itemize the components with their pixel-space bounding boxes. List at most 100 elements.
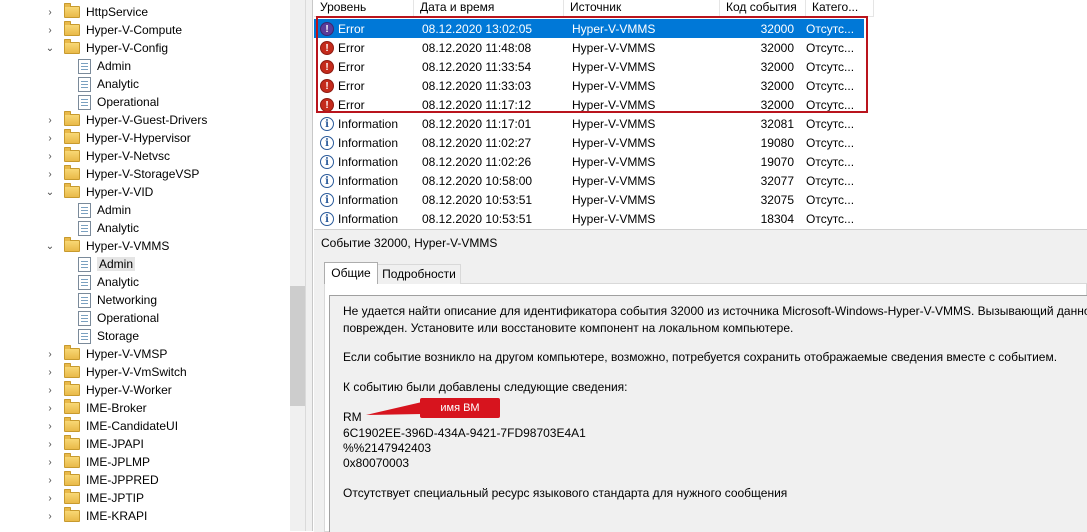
event-level: i Information [314, 135, 414, 150]
tree-item[interactable]: Admin [78, 255, 136, 273]
column-source[interactable]: Источник [564, 0, 720, 16]
tree-item[interactable]: ⌄ Hyper-V-VID [44, 183, 153, 201]
event-row[interactable]: i Information 08.12.2020 11:17:01 Hyper-V-V… [314, 114, 864, 133]
event-source: Hyper-V-VMMS [572, 135, 656, 150]
event-category: Отсутс... [806, 154, 855, 169]
chevron-right-icon[interactable]: › [44, 349, 56, 360]
tree-item-label: Analytic [97, 77, 140, 91]
tree-item-label: Hyper-V-Hypervisor [86, 131, 191, 145]
tree-item[interactable]: Analytic [78, 219, 139, 237]
event-row[interactable]: i Information 08.12.2020 10:58:00 Hyper-V-V… [314, 171, 864, 190]
event-date: 08.12.2020 11:02:26 [422, 154, 532, 169]
event-category: Отсутс... [806, 173, 855, 188]
event-category: Отсутс... [806, 116, 855, 131]
event-level-text: Information [338, 192, 399, 207]
tree-item[interactable]: › HttpService [44, 3, 148, 21]
event-id: 32000 [760, 59, 794, 74]
tree-item[interactable]: Admin [78, 201, 131, 219]
chevron-right-icon[interactable]: › [44, 511, 56, 522]
event-row[interactable]: i Information 08.12.2020 11:02:27 Hyper-V-V… [314, 133, 864, 152]
event-row[interactable]: ! Error 08.12.2020 11:33:03 Hyper-V-VMMS 320… [314, 76, 864, 95]
chevron-right-icon[interactable]: › [44, 133, 56, 144]
event-level-text: Error [338, 97, 365, 112]
event-id: 32000 [760, 97, 794, 112]
tree-item[interactable]: Analytic [78, 273, 139, 291]
event-id: 32075 [760, 192, 794, 207]
tree-item[interactable]: › Hyper-V-Hypervisor [44, 129, 191, 147]
tree-scrollbar[interactable] [290, 0, 305, 531]
event-row[interactable]: ! Error 08.12.2020 13:02:05 Hyper-V-VMMS 320… [314, 19, 864, 38]
event-date: 08.12.2020 11:33:54 [422, 59, 532, 74]
tree-item[interactable]: › IME-JPLMP [44, 453, 150, 471]
tree-item[interactable]: › Hyper-V-Netvsc [44, 147, 170, 165]
chevron-right-icon[interactable]: › [44, 25, 56, 36]
chevron-right-icon[interactable]: › [44, 115, 56, 126]
tree-item[interactable]: › Hyper-V-VMSP [44, 345, 167, 363]
chevron-right-icon[interactable]: › [44, 169, 56, 180]
tree-item[interactable]: › Hyper-V-StorageVSP [44, 165, 199, 183]
tree-item-label: IME-CandidateUI [86, 419, 179, 433]
tree-item[interactable]: › Hyper-V-VmSwitch [44, 363, 187, 381]
tree-item[interactable]: › IME-JPPRED [44, 471, 159, 489]
chevron-right-icon[interactable]: › [44, 475, 56, 486]
chevron-right-icon[interactable]: › [44, 403, 56, 414]
chevron-right-icon[interactable]: › [44, 7, 56, 18]
chevron-right-icon[interactable]: › [44, 385, 56, 396]
chevron-right-icon[interactable]: › [44, 421, 56, 432]
chevron-right-icon[interactable]: › [44, 457, 56, 468]
log-icon [78, 292, 91, 308]
tree-item[interactable]: › IME-CandidateUI [44, 417, 178, 435]
chevron-down-icon[interactable]: ⌄ [44, 187, 56, 198]
tree-item[interactable]: Operational [78, 93, 159, 111]
chevron-down-icon[interactable]: ⌄ [44, 43, 56, 54]
tree-item-label: Operational [97, 95, 160, 109]
event-source: Hyper-V-VMMS [572, 97, 656, 112]
event-row[interactable]: ! Error 08.12.2020 11:17:12 Hyper-V-VMMS 320… [314, 95, 864, 114]
tree-item[interactable]: ⌄ Hyper-V-VMMS [44, 237, 169, 255]
tree-item[interactable]: › Hyper-V-Guest-Drivers [44, 111, 207, 129]
tree-item[interactable]: › IME-JPAPI [44, 435, 144, 453]
tree-item-label: Hyper-V-VID [86, 185, 154, 199]
column-level[interactable]: Уровень [314, 0, 414, 16]
tree-item[interactable]: › IME-KRAPI [44, 507, 147, 525]
tree-item[interactable]: Operational [78, 309, 159, 327]
event-level-text: Information [338, 211, 399, 226]
folder-icon [64, 39, 80, 54]
tree-item[interactable]: › Hyper-V-Compute [44, 21, 182, 39]
tab-general[interactable]: Общие [324, 262, 378, 284]
event-details-title: Событие 32000, Hyper-V-VMMS [321, 236, 498, 250]
chevron-right-icon[interactable]: › [44, 493, 56, 504]
tree-item[interactable]: ⌄ Hyper-V-Config [44, 39, 168, 57]
log-icon [78, 202, 91, 218]
chevron-right-icon[interactable]: › [44, 151, 56, 162]
chevron-down-icon[interactable]: ⌄ [44, 241, 56, 252]
column-event-id[interactable]: Код события [720, 0, 806, 16]
tree-item-label: Admin [97, 59, 132, 73]
tree-item-label: Networking [97, 293, 158, 307]
tree-scrollbar-thumb[interactable] [290, 286, 305, 406]
tree-item[interactable]: › IME-Broker [44, 399, 147, 417]
event-row[interactable]: i Information 08.12.2020 10:53:51 Hyper-V-V… [314, 209, 864, 228]
tab-details[interactable]: Подробности [377, 264, 461, 284]
chevron-right-icon[interactable]: › [44, 439, 56, 450]
chevron-right-icon[interactable]: › [44, 367, 56, 378]
event-row[interactable]: i Information 08.12.2020 10:53:51 Hyper-V-V… [314, 190, 864, 209]
event-row[interactable]: ! Error 08.12.2020 11:48:08 Hyper-V-VMMS 320… [314, 38, 864, 57]
tree-item[interactable]: Admin [78, 57, 131, 75]
event-id: 32000 [760, 78, 794, 93]
tree-item[interactable]: › Hyper-V-Worker [44, 381, 172, 399]
tree-item-label: Hyper-V-VMSP [86, 347, 168, 361]
event-category: Отсутс... [806, 97, 855, 112]
tree-item[interactable]: Analytic [78, 75, 139, 93]
tree-item-label: Operational [97, 311, 160, 325]
tree-item[interactable]: › IME-JPTIP [44, 489, 144, 507]
event-row[interactable]: ! Error 08.12.2020 11:33:54 Hyper-V-VMMS 320… [314, 57, 864, 76]
tree-item[interactable]: Storage [78, 327, 139, 345]
column-category[interactable]: Катего... [806, 0, 874, 16]
folder-icon [64, 21, 80, 36]
info-icon: i [320, 173, 334, 188]
column-date[interactable]: Дата и время [414, 0, 564, 16]
pane-splitter[interactable] [305, 0, 313, 531]
event-row[interactable]: i Information 08.12.2020 11:02:26 Hyper-V-V… [314, 152, 864, 171]
tree-item[interactable]: Networking [78, 291, 157, 309]
